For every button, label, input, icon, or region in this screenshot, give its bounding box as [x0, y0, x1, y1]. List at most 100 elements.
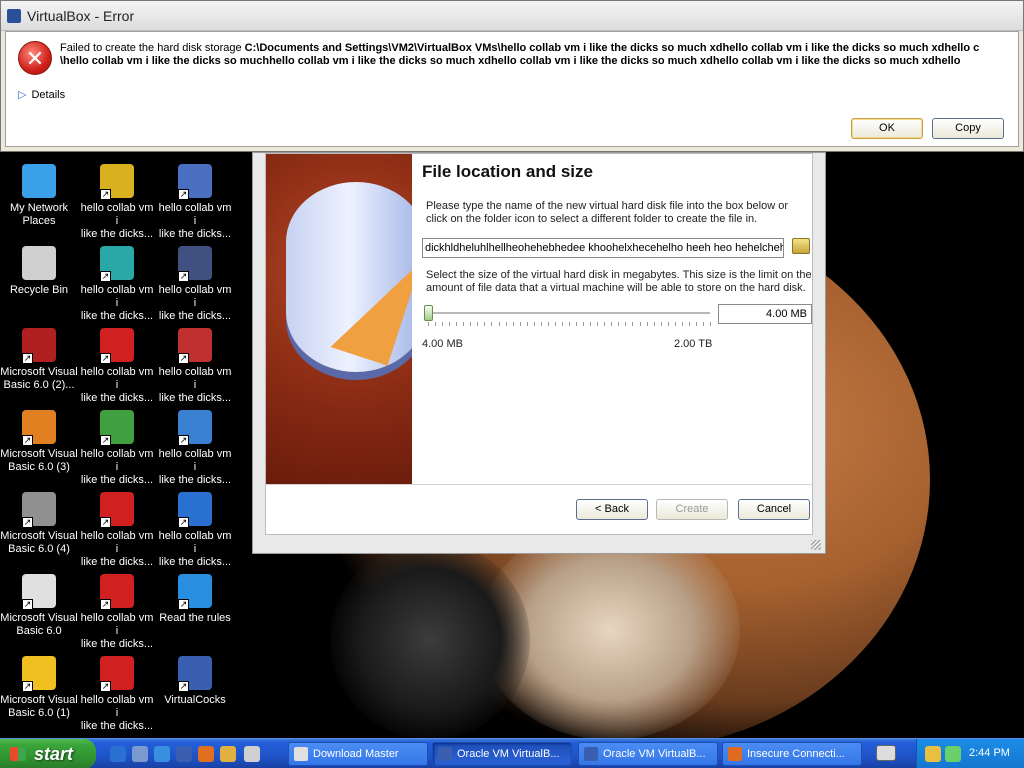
- media-player-icon[interactable]: [154, 746, 170, 762]
- size-input[interactable]: 4.00 MB: [718, 304, 812, 324]
- taskbar-button-label: Oracle VM VirtualB...: [457, 748, 560, 760]
- error-dialog-body: ✕ Failed to create the hard disk storage…: [5, 31, 1019, 147]
- shortcut-arrow-icon: ↗: [100, 517, 111, 528]
- start-label: start: [34, 744, 74, 764]
- quicklaunch-extra-icon[interactable]: [244, 746, 260, 762]
- wizard-watermark: [266, 154, 412, 484]
- desktop-icon[interactable]: ↗ Microsoft Visual Basic 6.0 (3): [0, 410, 78, 474]
- desktop-icon[interactable]: ↗ Microsoft Visual Basic 6.0 (4): [0, 492, 78, 556]
- my-network-places-icon: [22, 164, 56, 198]
- desktop-icon-label: like the dicks...: [80, 474, 154, 486]
- taskbar-button[interactable]: Insecure Connecti...: [722, 742, 862, 766]
- size-slider-track[interactable]: [428, 312, 710, 314]
- desktop-icon-label: Basic 6.0 (1): [8, 707, 70, 719]
- firefox-icon[interactable]: [198, 746, 214, 762]
- desktop-icon[interactable]: ↗ hello collab vm i like the dicks...: [78, 246, 156, 323]
- desktop-icon[interactable]: ↗ Read the rules: [156, 574, 234, 625]
- desktop-icon-label: hello collab vm i: [80, 530, 154, 555]
- folder-icon[interactable]: [792, 238, 810, 254]
- desktop-icon-label: like the dicks...: [80, 392, 154, 404]
- wizard-page: File location and size Please type the n…: [265, 153, 813, 535]
- smb-icon: ↗: [100, 164, 134, 200]
- desktop-icon[interactable]: ↗ hello collab vm i like the dicks...: [78, 574, 156, 651]
- desktop-icon[interactable]: ↗ hello collab vm i like the dicks...: [78, 164, 156, 241]
- desktop-icon-label: like the dicks...: [158, 392, 232, 404]
- show-desktop-icon[interactable]: [132, 746, 148, 762]
- wizard-content: File location and size Please type the n…: [412, 154, 812, 484]
- desktop-icon-label: hello collab vm i: [80, 612, 154, 637]
- desktop-icon-label: Microsoft Visual: [0, 448, 78, 460]
- desktop-icon[interactable]: ↗ hello collab vm i like the dicks...: [156, 492, 234, 569]
- desktop-icon[interactable]: ↗ hello collab vm i like the dicks...: [78, 410, 156, 487]
- shortcut-arrow-icon: ↗: [100, 599, 111, 610]
- desktop-icon-label: hello collab vm i: [80, 284, 154, 309]
- safely-remove-tray-icon[interactable]: [945, 746, 961, 762]
- copy-button[interactable]: Copy: [932, 118, 1004, 139]
- network-tray-icon[interactable]: [925, 746, 941, 762]
- virtual-disk-wizard: File location and size Please type the n…: [252, 152, 826, 554]
- desktop-icon-label: like the dicks...: [158, 556, 232, 568]
- explorer-icon[interactable]: [220, 746, 236, 762]
- max-size-label: 2.00 TB: [674, 338, 713, 350]
- shortcut-arrow-icon: ↗: [22, 435, 33, 446]
- teamviewer-icon: ↗: [178, 574, 212, 610]
- taskbar-button[interactable]: Download Master: [288, 742, 428, 766]
- clock[interactable]: 2:44 PM: [969, 747, 1010, 759]
- details-toggle[interactable]: ▷ Details: [18, 88, 65, 101]
- recycle-bin-icon: [22, 246, 56, 280]
- error-dialog-titlebar[interactable]: VirtualBox - Error: [1, 1, 1023, 31]
- virtualbox-quicklaunch-icon[interactable]: [176, 746, 192, 762]
- shortcut-arrow-icon: ↗: [22, 517, 33, 528]
- desktop-icon[interactable]: ↗ hello collab vm i like the dicks...: [78, 328, 156, 405]
- size-instruction: Select the size of the virtual hard disk…: [426, 269, 812, 294]
- taskbar-button[interactable]: Oracle VM VirtualB...: [432, 742, 572, 766]
- desktop-icon[interactable]: ↗ Microsoft Visual Basic 6.0 (2)...: [0, 328, 78, 392]
- desktop-icon[interactable]: Recycle Bin: [0, 246, 78, 297]
- size-slider-thumb[interactable]: [424, 305, 433, 321]
- desktop-icon-label: Places: [22, 215, 56, 227]
- desktop-icon[interactable]: ↗ hello collab vm i like the dicks...: [156, 328, 234, 405]
- desktop-icon[interactable]: ↗ Microsoft Visual Basic 6.0 (1): [0, 656, 78, 720]
- internet-explorer-icon[interactable]: [110, 746, 126, 762]
- back-button[interactable]: < Back: [576, 499, 648, 520]
- soccer-icon: ↗: [100, 410, 134, 446]
- shortcut-arrow-icon: ↗: [178, 353, 189, 364]
- mario-icon: ↗: [100, 328, 134, 364]
- desktop-icon[interactable]: ↗ hello collab vm i like the dicks...: [78, 656, 156, 733]
- start-button[interactable]: start: [0, 739, 96, 768]
- min-size-label: 4.00 MB: [422, 338, 463, 350]
- desktop-icon-label: Microsoft Visual: [0, 366, 78, 378]
- desktop-icon-label: Basic 6.0 (3): [8, 461, 70, 473]
- desktop-icon-label: Basic 6.0 (2)...: [3, 379, 75, 391]
- shortcut-arrow-icon: ↗: [22, 353, 33, 364]
- file-location-input[interactable]: dickhldheluhlhellheohehebhedee khoohelxh…: [422, 238, 784, 258]
- cancel-button[interactable]: Cancel: [738, 499, 810, 520]
- desktop-icon-label: Microsoft Visual: [0, 530, 78, 542]
- shortcut-arrow-icon: ↗: [178, 599, 189, 610]
- quicktime-icon: ↗: [178, 492, 212, 528]
- raccoon-icon: ↗: [22, 492, 56, 528]
- desktop-icon[interactable]: ↗ VirtualCocks: [156, 656, 234, 707]
- puzzle-icon: ↗: [100, 246, 134, 282]
- desktop-icon[interactable]: ↗ hello collab vm i like the dicks...: [156, 164, 234, 241]
- desktop-icon-label: Microsoft Visual: [0, 612, 78, 624]
- shortcut-arrow-icon: ↗: [100, 189, 111, 200]
- taskbar: start Download Master Oracle VM VirtualB.…: [0, 738, 1024, 768]
- desktop-icon-label: like the dicks...: [80, 720, 154, 732]
- dark-c-icon: ↗: [178, 328, 212, 364]
- desktop-icon-label: like the dicks...: [80, 228, 154, 240]
- desktop-icon-label: hello collab vm i: [80, 448, 154, 473]
- desktop-icon[interactable]: ↗ hello collab vm i like the dicks...: [78, 492, 156, 569]
- galaxy-icon: ↗: [178, 246, 212, 282]
- desktop-icon[interactable]: ↗ Microsoft Visual Basic 6.0: [0, 574, 78, 638]
- resize-grip[interactable]: [811, 540, 821, 550]
- mario2-icon: ↗: [100, 492, 134, 528]
- desktop-icon[interactable]: My Network Places: [0, 164, 78, 228]
- create-button[interactable]: Create: [656, 499, 728, 520]
- desktop-icon[interactable]: ↗ hello collab vm i like the dicks...: [156, 410, 234, 487]
- taskbar-button[interactable]: Oracle VM VirtualB...: [578, 742, 718, 766]
- keyboard-language-icon[interactable]: [876, 745, 896, 761]
- ok-button[interactable]: OK: [851, 118, 923, 139]
- desktop-icon[interactable]: ↗ hello collab vm i like the dicks...: [156, 246, 234, 323]
- desktop-icon-label: hello collab vm i: [158, 448, 232, 473]
